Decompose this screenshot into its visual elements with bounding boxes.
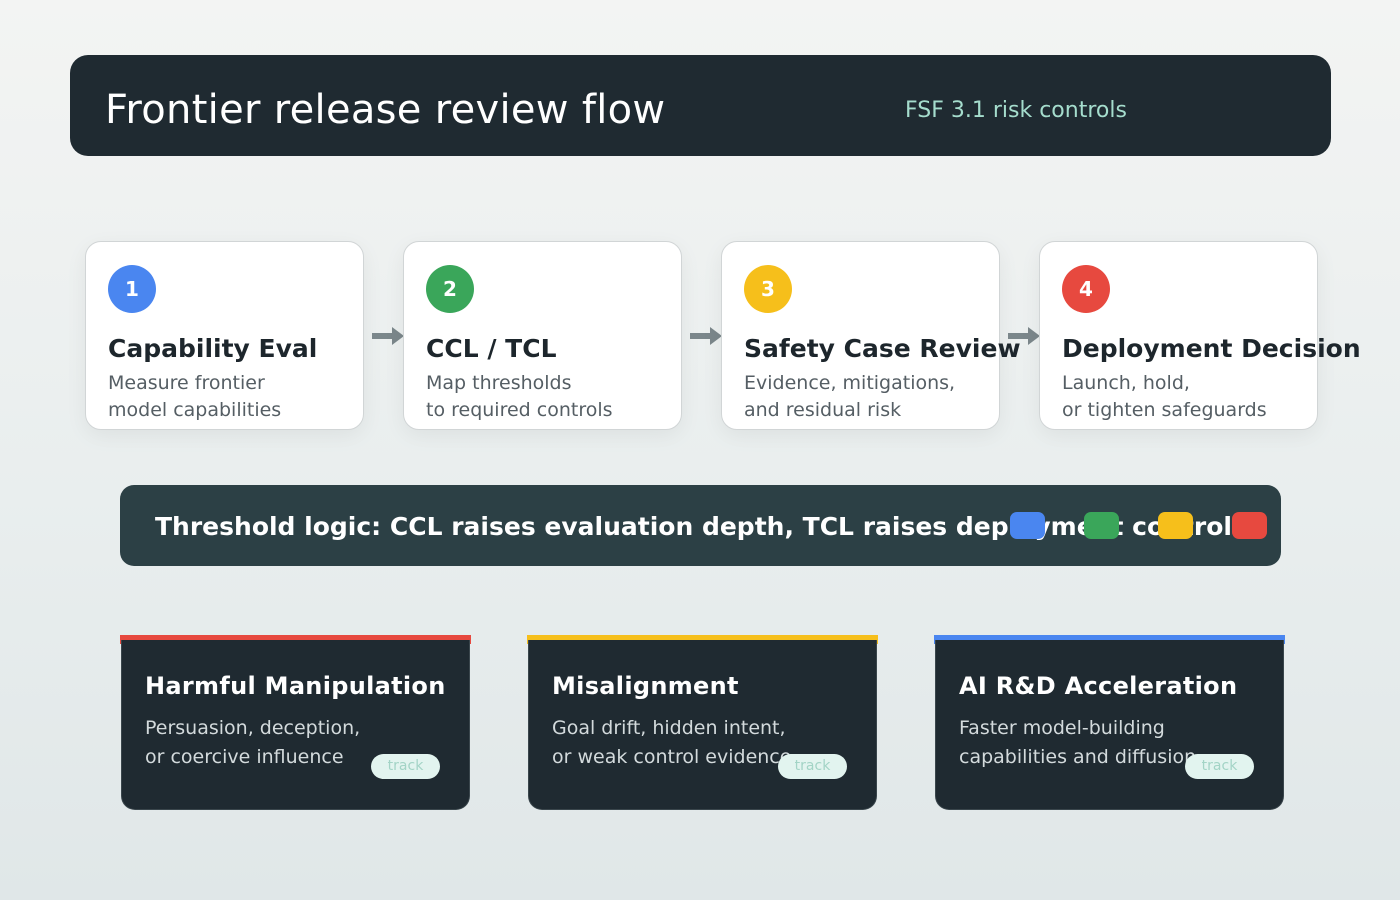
step-description-line: and residual risk (744, 399, 902, 421)
risk-description-line: Persuasion, deception, (145, 717, 361, 739)
step-number-badge: 2 (426, 265, 474, 313)
risk-card-ai-rd-acceleration: AI R&D Acceleration Faster model-buildin… (935, 640, 1284, 810)
track-tag: track (371, 754, 440, 779)
risk-description-line: or weak control evidence (552, 746, 792, 768)
threshold-logic-bar: Threshold logic: CCL raises evaluation d… (120, 485, 1281, 566)
step-description-line: model capabilities (108, 399, 282, 421)
risk-description-line: Goal drift, hidden intent, (552, 717, 786, 739)
risk-title: Misalignment (552, 672, 739, 700)
risk-card-misalignment: Misalignment Goal drift, hidden intent, … (528, 640, 877, 810)
right-arrow-icon (690, 327, 722, 345)
step-number-badge: 3 (744, 265, 792, 313)
step-title: Safety Case Review (744, 334, 1021, 363)
step-card-capability-eval: 1 Capability Eval Measure frontier model… (85, 241, 364, 430)
step-title: Capability Eval (108, 334, 318, 363)
step-description: Launch, hold, or tighten safeguards (1062, 370, 1302, 424)
risk-description-line: Faster model-building (959, 717, 1165, 739)
page-subtitle: FSF 3.1 risk controls (905, 98, 1127, 123)
step-description-line: or tighten safeguards (1062, 399, 1267, 421)
header-banner: Frontier release review flow FSF 3.1 ris… (70, 55, 1331, 156)
step-description-line: Launch, hold, (1062, 372, 1190, 394)
step-card-ccl-tcl: 2 CCL / TCL Map thresholds to required c… (403, 241, 682, 430)
right-arrow-icon (372, 327, 404, 345)
legend-chip-yellow (1158, 512, 1193, 539)
legend-chip-red (1232, 512, 1267, 539)
step-title: CCL / TCL (426, 334, 557, 363)
step-card-deployment-decision: 4 Deployment Decision Launch, hold, or t… (1039, 241, 1361, 430)
step-description-line: Evidence, mitigations, (744, 372, 956, 394)
risk-card-harmful-manipulation: Harmful Manipulation Persuasion, decepti… (121, 640, 470, 810)
legend-chip-green (1084, 512, 1119, 539)
legend-chip-blue (1010, 512, 1045, 539)
risk-description: Goal drift, hidden intent, or weak contr… (552, 714, 791, 772)
risk-description: Faster model-building capabilities and d… (959, 714, 1196, 772)
step-description: Measure frontier model capabilities (108, 370, 348, 424)
track-tag: track (1185, 754, 1254, 779)
step-card-safety-case-review: 3 Safety Case Review Evidence, mitigatio… (721, 241, 1021, 430)
step-description-line: to required controls (426, 399, 613, 421)
page-title: Frontier release review flow (105, 87, 666, 133)
track-tag: track (778, 754, 847, 779)
step-title: Deployment Decision (1062, 334, 1361, 363)
step-description: Map thresholds to required controls (426, 370, 666, 424)
right-arrow-icon (1008, 327, 1040, 345)
risk-description: Persuasion, deception, or coercive influ… (145, 714, 360, 772)
step-description: Evidence, mitigations, and residual risk (744, 370, 984, 424)
step-number-badge: 4 (1062, 265, 1110, 313)
step-number-badge: 1 (108, 265, 156, 313)
risk-title: Harmful Manipulation (145, 672, 446, 700)
risk-description-line: or coercive influence (145, 746, 344, 768)
step-description-line: Measure frontier (108, 372, 265, 394)
risk-description-line: capabilities and diffusion (959, 746, 1197, 768)
risk-title: AI R&D Acceleration (959, 672, 1238, 700)
step-description-line: Map thresholds (426, 372, 572, 394)
